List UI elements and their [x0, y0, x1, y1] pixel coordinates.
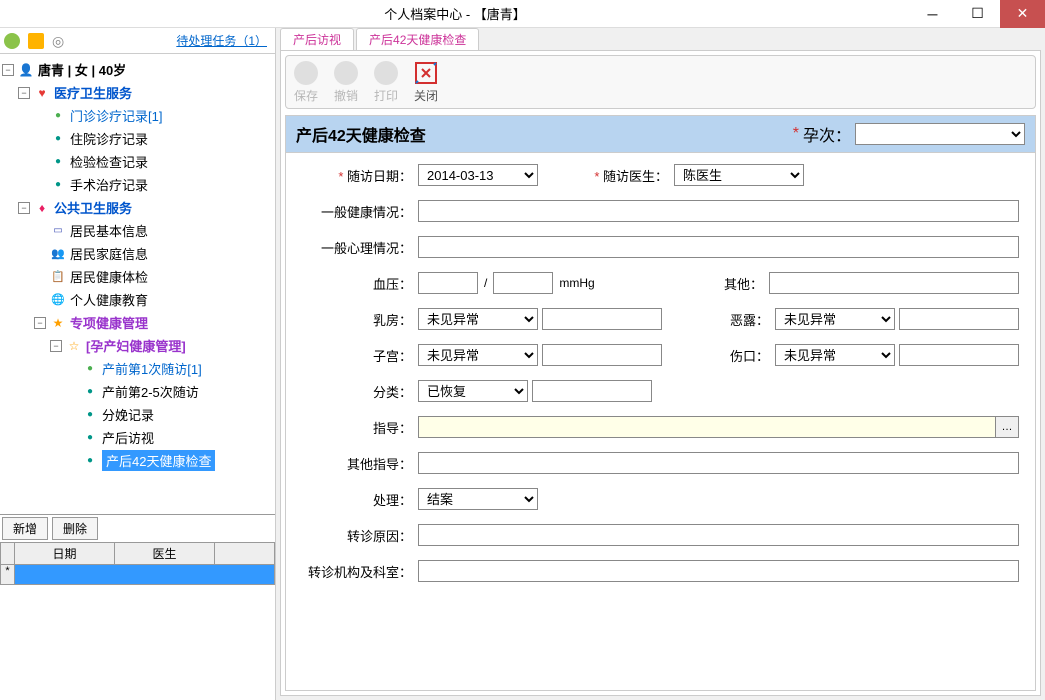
tree-public-health[interactable]: − ♦ 公共卫生服务 — [2, 196, 273, 219]
undo-button: 撤销 — [334, 61, 358, 104]
right-panel: 产后访视 产后42天健康检查 保存 撤销 打印 — [276, 28, 1045, 700]
wound-select[interactable]: 未见异常 — [775, 344, 895, 366]
tree-family-info[interactable]: 👥 居民家庭信息 — [2, 242, 273, 265]
card-icon[interactable] — [28, 33, 44, 49]
col-date[interactable]: 日期 — [15, 543, 115, 564]
guidance-browse-button[interactable]: … — [995, 416, 1019, 438]
print-button: 打印 — [374, 61, 398, 104]
left-panel: ◎ 待处理任务（1） − 👤 唐青 | 女 | 40岁 − ♥ 医疗卫生服务 ●… — [0, 28, 276, 700]
breast-note-input[interactable] — [542, 308, 662, 330]
window-title: 个人档案中心 - 【唐青】 — [0, 4, 910, 23]
bp-sys-input[interactable] — [418, 272, 478, 294]
tree-post42[interactable]: ● 产后42天健康检查 — [2, 449, 273, 472]
form-header: 产后42天健康检查 * 孕次： — [286, 116, 1035, 153]
star-icon: ★ — [50, 315, 66, 331]
heart-icon: ♥ — [34, 85, 50, 101]
print-icon — [374, 61, 398, 85]
undo-icon — [334, 61, 358, 85]
tree-special-mgmt[interactable]: − ★ 专项健康管理 — [2, 311, 273, 334]
general-psych-input[interactable] — [418, 236, 1019, 258]
titlebar: 个人档案中心 - 【唐青】 ─ ☐ ✕ — [0, 0, 1045, 28]
dot-icon: ● — [50, 154, 66, 170]
pregnancy-label: 孕次： — [803, 122, 851, 146]
tree-prenatal25[interactable]: ● 产前第2-5次随访 — [2, 380, 273, 403]
classify-note-input[interactable] — [532, 380, 652, 402]
fingerprint-icon[interactable]: ◎ — [52, 33, 68, 49]
delete-button[interactable]: 删除 — [52, 517, 98, 540]
window-controls: ─ ☐ ✕ — [910, 0, 1045, 28]
dot-icon: ● — [82, 361, 98, 377]
other-guidance-input[interactable] — [418, 452, 1019, 474]
close-form-button[interactable]: 关闭 — [414, 61, 438, 104]
dot-icon: ● — [82, 407, 98, 423]
tree-outpatient[interactable]: ● 门诊诊疗记录[1] — [2, 104, 273, 127]
save-icon — [294, 61, 318, 85]
tree-post-visit[interactable]: ● 产后访视 — [2, 426, 273, 449]
dot-icon: ● — [50, 108, 66, 124]
refer-reason-input[interactable] — [418, 524, 1019, 546]
people-icon: 👥 — [50, 246, 66, 262]
form-title: 产后42天健康检查 — [296, 122, 426, 146]
save-button: 保存 — [294, 61, 318, 104]
dot-icon: ● — [82, 430, 98, 446]
tree-surgery[interactable]: ● 手术治疗记录 — [2, 173, 273, 196]
tab-bar: 产后访视 产后42天健康检查 — [276, 28, 1045, 50]
wound-note-input[interactable] — [899, 344, 1019, 366]
dot-icon: ● — [50, 177, 66, 193]
tree-patient-root[interactable]: − 👤 唐青 | 女 | 40岁 — [2, 58, 273, 81]
star-icon: ☆ — [66, 338, 82, 354]
grid-header: 日期 医生 — [0, 542, 275, 565]
left-toolbar: ◎ 待处理任务（1） — [0, 28, 275, 54]
tree-health-edu[interactable]: 🌐 个人健康教育 — [2, 288, 273, 311]
dot-icon: ● — [50, 131, 66, 147]
breast-select[interactable]: 未见异常 — [418, 308, 538, 330]
pregnancy-select[interactable] — [855, 123, 1025, 145]
uterus-note-input[interactable] — [542, 344, 662, 366]
close-icon — [414, 61, 438, 85]
tree-basic-info[interactable]: ▭ 居民基本信息 — [2, 219, 273, 242]
tree-lab[interactable]: ● 检验检查记录 — [2, 150, 273, 173]
user-icon[interactable] — [4, 33, 20, 49]
bp-dia-input[interactable] — [493, 272, 553, 294]
action-toolbar: 保存 撤销 打印 关闭 — [285, 55, 1036, 109]
form-body: * 随访日期： 2014-03-13 * 随访医生： 陈医生 一般健康情况： 一… — [286, 153, 1035, 605]
uterus-select[interactable]: 未见异常 — [418, 344, 538, 366]
visit-date-field[interactable]: 2014-03-13 — [418, 164, 538, 186]
tab-post42[interactable]: 产后42天健康检查 — [356, 28, 479, 50]
close-button[interactable]: ✕ — [1000, 0, 1045, 28]
refer-org-input[interactable] — [418, 560, 1019, 582]
tree-delivery[interactable]: ● 分娩记录 — [2, 403, 273, 426]
add-button[interactable]: 新增 — [2, 517, 48, 540]
tree-medical-services[interactable]: − ♥ 医疗卫生服务 — [2, 81, 273, 104]
nav-tree: − 👤 唐青 | 女 | 40岁 − ♥ 医疗卫生服务 ● 门诊诊疗记录[1] … — [0, 54, 275, 514]
globe-icon: 🌐 — [50, 292, 66, 308]
handle-select[interactable]: 结案 — [418, 488, 538, 510]
other-input[interactable] — [769, 272, 1019, 294]
dot-icon: ● — [82, 453, 98, 469]
pending-tasks-link[interactable]: 待处理任务（1） — [176, 32, 267, 49]
minimize-button[interactable]: ─ — [910, 0, 955, 28]
tree-maternal[interactable]: − ☆ [孕产妇健康管理] — [2, 334, 273, 357]
grid-new-row[interactable]: * — [0, 565, 275, 585]
maximize-button[interactable]: ☐ — [955, 0, 1000, 28]
tree-prenatal1[interactable]: ● 产前第1次随访[1] — [2, 357, 273, 380]
general-health-input[interactable] — [418, 200, 1019, 222]
lochia-note-input[interactable] — [899, 308, 1019, 330]
tree-health-exam[interactable]: 📋 居民健康体检 — [2, 265, 273, 288]
diamond-icon: ♦ — [34, 200, 50, 216]
content-area: 保存 撤销 打印 关闭 — [280, 50, 1041, 696]
form-wrapper: 产后42天健康检查 * 孕次： * 随访日期： 2014-03-13 * 随访医… — [285, 115, 1036, 691]
guidance-input[interactable] — [418, 416, 996, 438]
classify-select[interactable]: 已恢复 — [418, 380, 528, 402]
card-icon: ▭ — [50, 223, 66, 239]
clipboard-icon: 📋 — [50, 269, 66, 285]
visit-doctor-field[interactable]: 陈医生 — [674, 164, 804, 186]
col-doctor[interactable]: 医生 — [115, 543, 215, 564]
tree-inpatient[interactable]: ● 住院诊疗记录 — [2, 127, 273, 150]
lochia-select[interactable]: 未见异常 — [775, 308, 895, 330]
dot-icon: ● — [82, 384, 98, 400]
tab-post-visit[interactable]: 产后访视 — [280, 28, 354, 50]
person-icon: 👤 — [18, 62, 34, 78]
bottom-grid-section: 新增 删除 日期 医生 * — [0, 514, 275, 585]
